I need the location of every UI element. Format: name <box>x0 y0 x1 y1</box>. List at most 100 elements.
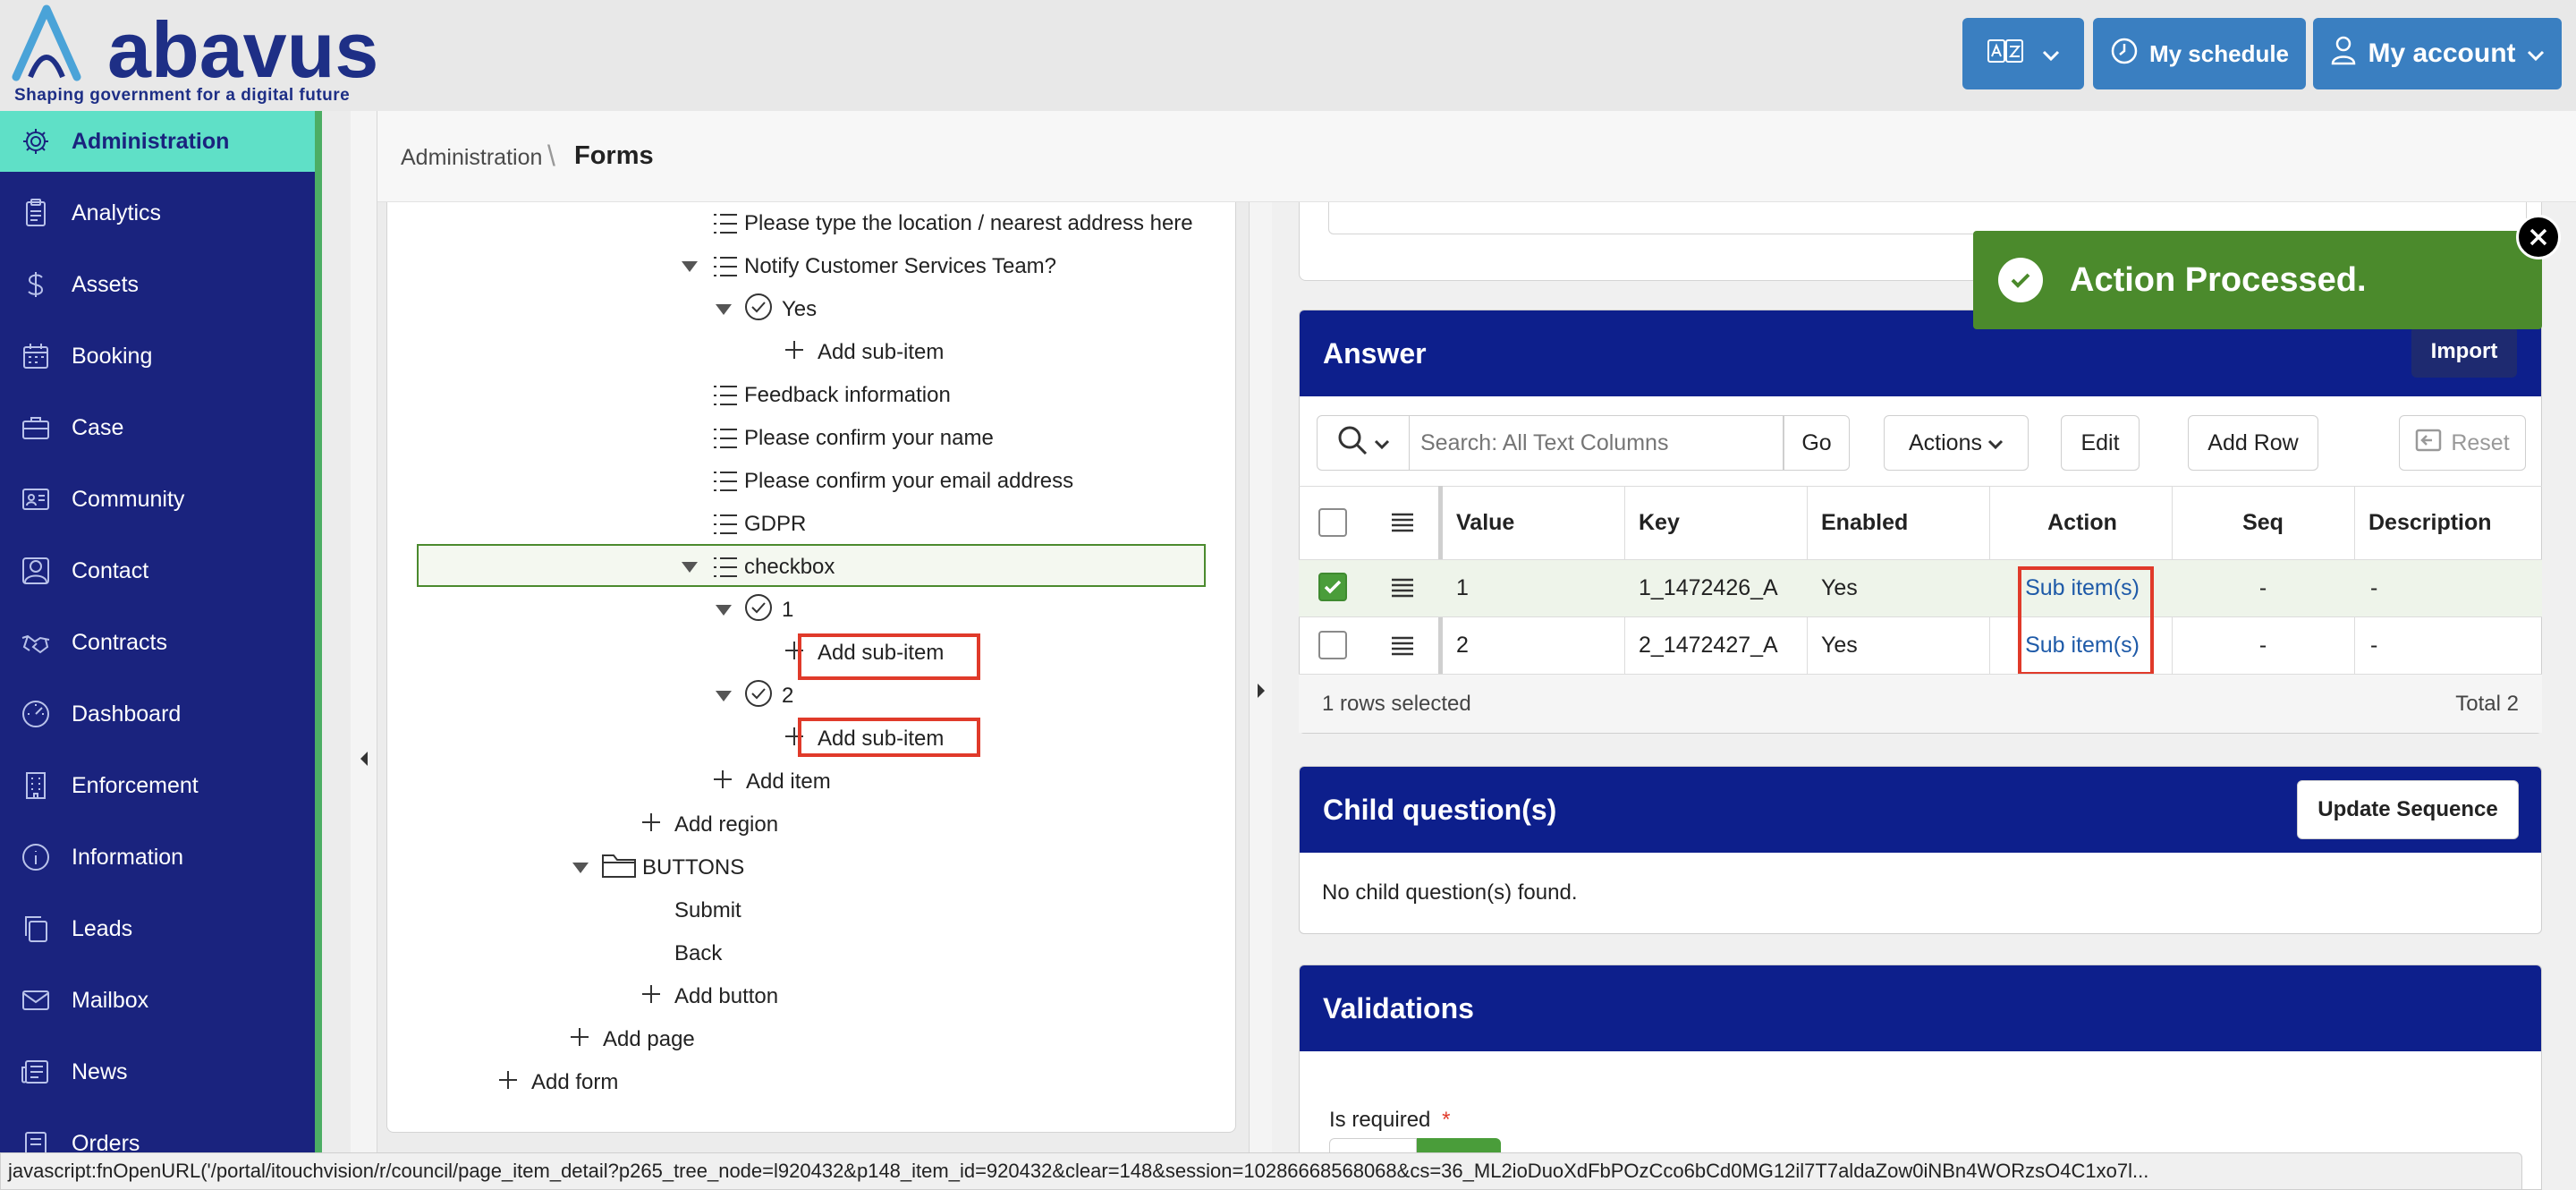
plus-icon <box>784 339 805 367</box>
is-required-toggle-no[interactable] <box>1329 1138 1417 1152</box>
row-checkbox[interactable] <box>1318 631 1347 659</box>
tree-item-label: Yes <box>782 297 818 321</box>
go-button[interactable]: Go <box>1784 415 1850 471</box>
tree-item[interactable]: Notify Customer Services Team? <box>682 245 1056 288</box>
select-all-checkbox[interactable] <box>1318 508 1347 537</box>
sidebar-item-contracts[interactable]: Contracts <box>0 612 315 673</box>
panel-splitter[interactable] <box>1249 202 1272 1190</box>
sidebar-item-label: Analytics <box>72 200 162 225</box>
sidebar-item-contact[interactable]: Contact <box>0 540 315 601</box>
search-column-selector[interactable] <box>1317 415 1410 471</box>
add-button-link[interactable]: Add button <box>640 975 778 1018</box>
sidebar-item-information[interactable]: Information <box>0 827 315 888</box>
tree-item[interactable]: Feedback information <box>712 374 951 417</box>
expand-toggle-icon[interactable] <box>716 605 732 616</box>
row-menu-icon[interactable] <box>1390 635 1415 661</box>
tree-item[interactable]: Yes <box>716 288 817 331</box>
gear-icon <box>18 123 54 159</box>
abavus-logo[interactable]: abavus Shaping government for a digital … <box>11 2 386 107</box>
expand-toggle-icon[interactable] <box>682 562 698 573</box>
sidebar-item-mailbox[interactable]: Mailbox <box>0 970 315 1031</box>
list-icon <box>712 470 739 493</box>
sidebar-item-analytics[interactable]: Analytics <box>0 183 315 243</box>
tree-item-label: BUTTONS <box>642 855 745 880</box>
breadcrumb: Administration \ Forms <box>377 111 2576 202</box>
is-required-toggle-yes[interactable] <box>1417 1138 1501 1152</box>
add-page-link[interactable]: Add page <box>569 1018 695 1061</box>
no-child-questions-text: No child question(s) found. <box>1322 880 1578 905</box>
tree-item[interactable]: GDPR <box>712 503 806 546</box>
sidebar-item-case[interactable]: Case <box>0 397 315 458</box>
my-account-label: My account <box>2368 38 2516 68</box>
sidebar-item-administration[interactable]: Administration <box>0 111 315 172</box>
validations-title: Validations <box>1300 965 2541 1051</box>
reset-label: Reset <box>2451 429 2510 455</box>
app-header: abavus Shaping government for a digital … <box>0 0 2576 111</box>
sidebar-item-label: Assets <box>72 271 140 297</box>
sidebar-item-news[interactable]: News <box>0 1041 315 1102</box>
update-sequence-button[interactable]: Update Sequence <box>2297 780 2519 839</box>
tree-item[interactable]: 1 <box>716 589 793 632</box>
import-button[interactable]: Import <box>2411 326 2517 378</box>
translate-icon <box>1987 38 2026 71</box>
tree-item[interactable]: Please confirm your email address <box>712 460 1073 503</box>
close-icon <box>2529 228 2547 246</box>
tree-item[interactable]: 2 <box>716 675 793 718</box>
list-icon <box>712 427 739 450</box>
sidebar-item-leads[interactable]: Leads <box>0 898 315 959</box>
edit-button[interactable]: Edit <box>2061 415 2140 471</box>
tree-item[interactable]: Back <box>674 932 722 975</box>
table-row-selected[interactable] <box>1299 559 2542 616</box>
tree-item[interactable]: Please type the location / nearest addre… <box>712 202 1193 245</box>
expand-toggle-icon[interactable] <box>716 304 732 315</box>
row-checkbox-checked[interactable] <box>1318 573 1347 601</box>
tree-item-selected[interactable]: checkbox <box>682 546 835 589</box>
add-row-button[interactable]: Add Row <box>2188 415 2318 471</box>
breadcrumb-parent[interactable]: Administration <box>401 145 542 171</box>
folder-icon <box>601 852 637 885</box>
expand-toggle-icon[interactable] <box>572 863 589 873</box>
add-sub-item-link[interactable]: Add sub-item <box>784 331 944 374</box>
search-input[interactable] <box>1410 415 1784 471</box>
highlight-box <box>2018 566 2154 676</box>
tree-item[interactable]: BUTTONS <box>572 846 744 889</box>
sidebar-item-community[interactable]: Community <box>0 469 315 530</box>
sidebar-item-dashboard[interactable]: Dashboard <box>0 684 315 744</box>
language-button[interactable] <box>1962 18 2084 89</box>
reset-button[interactable]: Reset <box>2399 415 2526 471</box>
my-schedule-button[interactable]: My schedule <box>2093 18 2306 89</box>
expand-toggle-icon[interactable] <box>716 691 732 701</box>
sidebar-collapse-handle[interactable] <box>351 111 377 1190</box>
grid-row-border <box>1299 616 2542 617</box>
toast-close-button[interactable] <box>2516 215 2561 259</box>
column-header-key[interactable]: Key <box>1639 486 1680 559</box>
tree-item[interactable]: Please confirm your name <box>712 417 994 460</box>
column-header-value[interactable]: Value <box>1456 486 1514 559</box>
sidebar-item-label: Information <box>72 844 184 870</box>
add-region-link[interactable]: Add region <box>640 803 778 846</box>
page-title: Forms <box>574 141 654 170</box>
add-form-link[interactable]: Add form <box>497 1061 618 1104</box>
sidebar-item-booking[interactable]: Booking <box>0 326 315 387</box>
column-header-description[interactable]: Description <box>2368 486 2492 559</box>
expand-toggle-icon[interactable] <box>682 261 698 272</box>
actions-menu-button[interactable]: Actions <box>1884 415 2029 471</box>
tree-item-label: GDPR <box>744 512 807 536</box>
user-icon <box>18 553 54 589</box>
sidebar-item-enforcement[interactable]: Enforcement <box>0 755 315 816</box>
tree-item-label: checkbox <box>744 555 835 579</box>
add-item-link[interactable]: Add item <box>712 761 831 803</box>
tree-item-label: Submit <box>674 898 741 922</box>
calendar-icon <box>18 338 54 374</box>
clipboard-icon <box>18 195 54 231</box>
chevron-down-icon <box>2527 38 2545 69</box>
column-header-seq[interactable]: Seq <box>2172 486 2354 559</box>
row-menu-icon[interactable] <box>1390 577 1415 603</box>
my-account-button[interactable]: My account <box>2313 18 2562 89</box>
tree-item[interactable]: Submit <box>674 889 741 932</box>
required-asterisk: * <box>1442 1108 1451 1132</box>
success-toast: Action Processed. <box>1973 231 2542 329</box>
column-header-enabled[interactable]: Enabled <box>1821 486 1908 559</box>
sidebar-item-assets[interactable]: Assets <box>0 254 315 315</box>
column-header-action[interactable]: Action <box>1991 486 2174 559</box>
